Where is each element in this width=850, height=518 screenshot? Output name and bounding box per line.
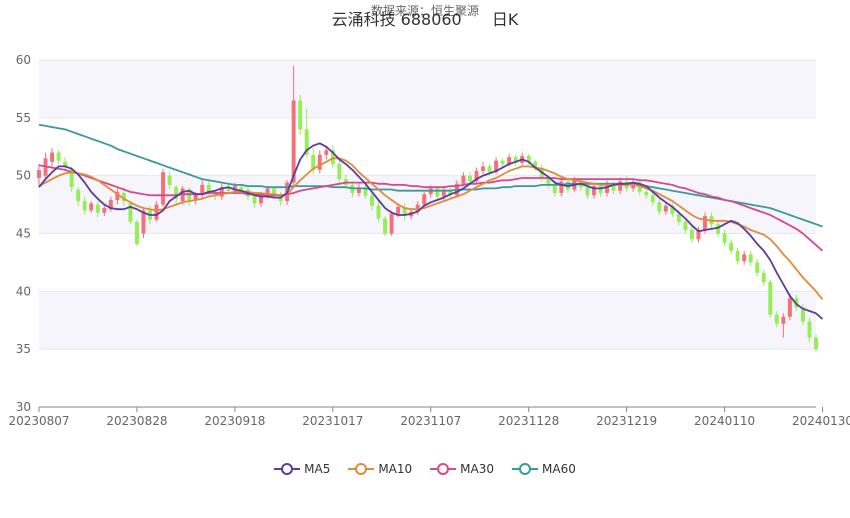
candle-body [252, 196, 257, 204]
candle-body [50, 152, 55, 162]
candle-body [663, 205, 668, 212]
x-tick-label: 20231107 [400, 414, 461, 428]
candle-body [239, 187, 244, 190]
candle-body [461, 175, 466, 184]
candle-body [435, 188, 440, 197]
candle-body [585, 187, 590, 196]
candle-body [389, 213, 394, 234]
legend-label: MA10 [378, 462, 413, 476]
y-tick-label: 55 [16, 111, 31, 125]
candle-body [317, 154, 322, 170]
candle-body [134, 221, 139, 244]
candle-body [37, 169, 41, 178]
legend-swatch-icon [430, 463, 457, 475]
candle-body [500, 160, 505, 165]
background-band [39, 291, 816, 350]
x-tick-label: 20230807 [8, 414, 69, 428]
candle-body [618, 181, 623, 191]
chart-title-period: 日K [491, 10, 519, 29]
candle-body [755, 262, 760, 273]
x-tick-label: 20231017 [302, 414, 363, 428]
candle-body [683, 221, 688, 231]
candle-body [559, 181, 564, 194]
legend-label: MA30 [460, 462, 495, 476]
legend-swatch-icon [274, 463, 301, 475]
legend-label: MA60 [542, 462, 576, 476]
candle-body [82, 201, 87, 211]
candle-body [487, 166, 492, 173]
candle-body [814, 337, 818, 350]
chart-title-stock: 云涌科技 688060 [331, 10, 462, 29]
candle-body [787, 298, 792, 317]
x-tick-label: 20230918 [204, 414, 265, 428]
candle-body [644, 191, 649, 196]
candle-body [650, 195, 655, 203]
candle-body [807, 321, 812, 338]
candle-body [376, 205, 381, 219]
candle-body [324, 150, 329, 155]
candle-body [657, 202, 662, 212]
y-tick-label: 60 [16, 53, 31, 67]
candle-body [748, 254, 753, 263]
candle-body [467, 175, 472, 182]
chart-legend: MA5 MA10 MA30 MA60 [0, 462, 850, 476]
candle-body [95, 204, 100, 213]
x-tick-label: 20240130 [792, 414, 850, 428]
candle-body [422, 194, 427, 205]
candle-body [689, 230, 694, 240]
background-band [39, 60, 816, 118]
y-tick-label: 50 [16, 169, 31, 183]
legend-item-ma30[interactable]: MA30 [430, 462, 494, 476]
candle-body [742, 254, 747, 262]
candle-body [56, 152, 61, 161]
x-tick-label: 20230828 [106, 414, 167, 428]
candle-body [161, 172, 166, 205]
x-tick-label: 20240110 [694, 414, 755, 428]
x-tick-label: 20231219 [596, 414, 657, 428]
candle-body [735, 250, 740, 262]
y-tick-label: 45 [16, 227, 31, 241]
candle-body [768, 282, 773, 315]
y-tick-label: 30 [16, 400, 31, 414]
y-tick-label: 40 [16, 284, 31, 298]
candle-body [383, 218, 388, 234]
candle-body [729, 242, 734, 251]
legend-label: MA5 [304, 462, 331, 476]
candle-body [722, 233, 727, 243]
candle-body [396, 206, 401, 214]
chart-title: 云涌科技 688060 日K [0, 6, 850, 30]
candle-body [370, 195, 374, 206]
candle-body [102, 208, 107, 213]
candle-body [716, 224, 721, 234]
legend-swatch-icon [512, 463, 539, 475]
candle-body [703, 216, 707, 231]
candle-body [761, 272, 766, 283]
legend-item-ma60[interactable]: MA60 [512, 462, 576, 476]
candle-body [76, 189, 81, 202]
legend-swatch-icon [348, 463, 375, 475]
candle-body [298, 100, 303, 130]
legend-item-ma5[interactable]: MA5 [274, 462, 330, 476]
candle-body [154, 204, 159, 220]
candlestick-chart: 30 35 40 45 50 55 60 20230807 20230828 20230918 20… [8, 53, 850, 428]
candle-body [337, 164, 342, 180]
candle-body [481, 166, 485, 172]
candle-body [781, 316, 786, 324]
y-tick-label: 35 [16, 342, 31, 356]
legend-item-ma10[interactable]: MA10 [348, 462, 412, 476]
x-tick-label: 20231128 [498, 414, 559, 428]
candle-body [167, 175, 172, 185]
candle-body [598, 186, 603, 194]
candle-body [89, 203, 94, 211]
candle-body [774, 314, 779, 324]
